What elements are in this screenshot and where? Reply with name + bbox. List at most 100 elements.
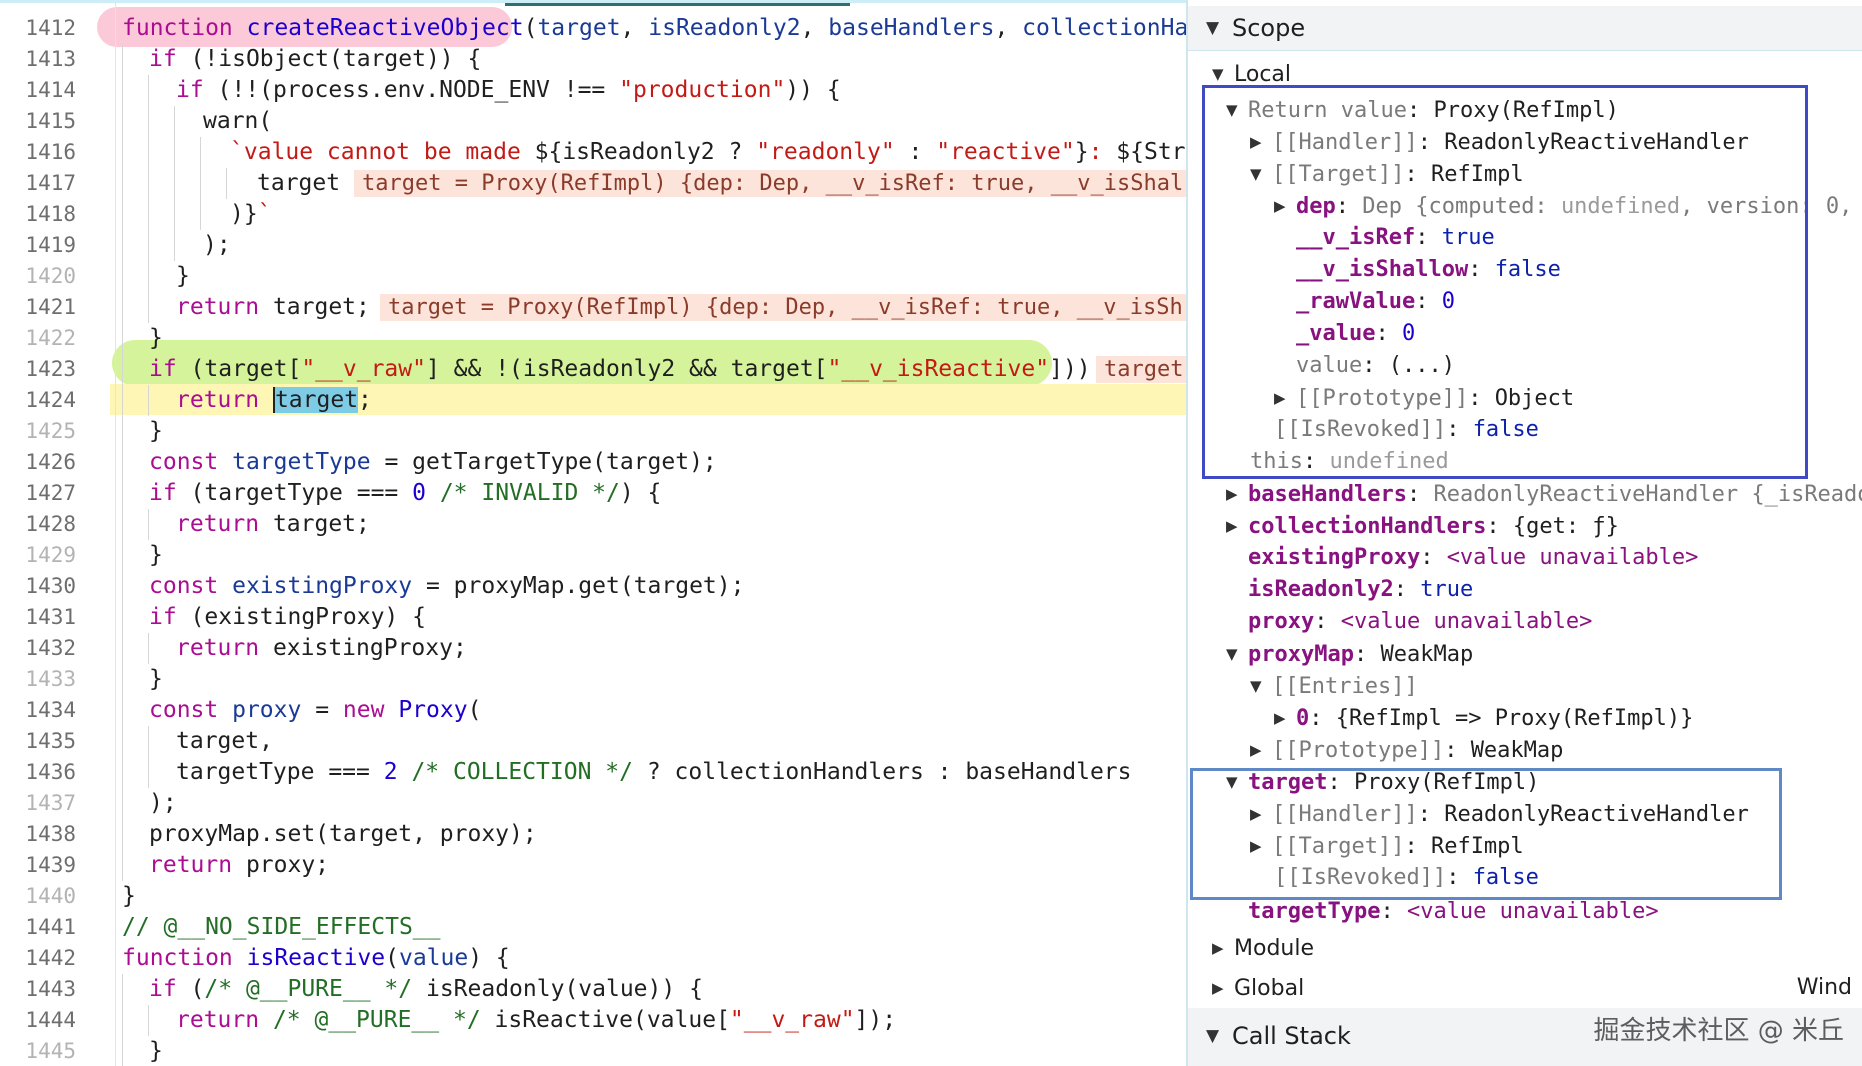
code-line[interactable]: 1423 if (target["__v_raw"] && !(isReadonl… [0, 354, 1186, 385]
line-number[interactable]: 1418 [0, 199, 76, 230]
code-line[interactable]: 1437); [0, 788, 1186, 819]
line-number[interactable]: 1445 [0, 1036, 76, 1066]
line-number[interactable]: 1419 [0, 230, 76, 261]
code-line[interactable]: 1435 target, [0, 726, 1186, 757]
code-line[interactable]: 1432 return existingProxy; [0, 633, 1186, 664]
line-number[interactable]: 1443 [0, 974, 76, 1005]
line-number[interactable]: 1430 [0, 571, 76, 602]
code-line[interactable]: 1420} [0, 261, 1186, 292]
line-number[interactable]: 1438 [0, 819, 76, 850]
prototype-weakmap-row[interactable]: ▶ [[Prototype]]: WeakMap [1250, 734, 1563, 766]
code-line[interactable]: 1427 if (targetType === 0 /* INVALID */) … [0, 478, 1186, 509]
scope-local-label: Local [1234, 62, 1292, 87]
indent-guide [122, 385, 123, 416]
code-line[interactable]: 1414 if (!!(process.env.NODE_ENV !== "pro… [0, 75, 1186, 106]
code-line[interactable]: 1442 function isReactive(value) { [0, 943, 1186, 974]
code-line[interactable]: 1428 return target; [0, 509, 1186, 540]
line-number[interactable]: 1423 [0, 354, 76, 385]
proxymap-row[interactable]: ▼ proxyMap: WeakMap [1226, 638, 1473, 670]
code-line[interactable]: 1431 if (existingProxy) { [0, 602, 1186, 633]
collectionhandlers-row[interactable]: ▶ collectionHandlers: {get: ƒ} [1226, 510, 1619, 542]
code-line[interactable]: 1439 return proxy; [0, 850, 1186, 881]
prop-key: targetType [1248, 899, 1381, 924]
line-number[interactable]: 1431 [0, 602, 76, 633]
code-line[interactable]: 1416 `value cannot be made ${isReadonly2 … [0, 137, 1186, 168]
indent-guide [122, 230, 123, 261]
prop-value: WeakMap [1470, 738, 1564, 763]
line-number[interactable]: 1435 [0, 726, 76, 757]
line-number[interactable]: 1426 [0, 447, 76, 478]
line-number[interactable]: 1439 [0, 850, 76, 881]
code-line[interactable]: 1444 return /* @__PURE__ */ isReactive(va… [0, 1005, 1186, 1036]
line-number[interactable]: 1416 [0, 137, 76, 168]
line-number[interactable]: 1444 [0, 1005, 76, 1036]
code-line[interactable]: 1412 function createReactiveObject(target… [0, 13, 1186, 44]
indent-guide [122, 106, 123, 137]
line-number[interactable]: 1412 [0, 13, 76, 44]
line-number[interactable]: 1441 [0, 912, 76, 943]
code-line[interactable]: 1417 target target = Proxy(RefImpl) {dep: … [0, 168, 1186, 199]
expand-right-icon: ▶ [1274, 709, 1286, 727]
line-number[interactable]: 1424 [0, 385, 76, 416]
line-number[interactable]: 1432 [0, 633, 76, 664]
prop-key: collectionHandlers [1248, 514, 1487, 539]
expand-right-icon: ▶ [1212, 939, 1224, 957]
inline-value-badge[interactable]: target = Proxy(RefImpl) {dep: Dep, __v_i… [380, 294, 1186, 321]
code-line[interactable]: 1429} [0, 540, 1186, 571]
code-line[interactable]: 1418)}` [0, 199, 1186, 230]
code-line[interactable]: 1419); [0, 230, 1186, 261]
line-number[interactable]: 1434 [0, 695, 76, 726]
indent-guide [122, 726, 123, 757]
line-number[interactable]: 1413 [0, 44, 76, 75]
annotation-box-target [1190, 768, 1782, 900]
line-number[interactable]: 1422 [0, 323, 76, 354]
basehandlers-row[interactable]: ▶ baseHandlers: ReadonlyReactiveHandler {… [1226, 478, 1862, 510]
code-line[interactable]: 1415 warn( [0, 106, 1186, 137]
inline-value-badge[interactable]: target [1096, 356, 1186, 383]
code-text: return proxy; [149, 852, 330, 878]
code-line[interactable]: 1424 return target; [0, 385, 1186, 416]
line-number[interactable]: 1417 [0, 168, 76, 199]
line-number[interactable]: 1415 [0, 106, 76, 137]
entry-0-row[interactable]: ▶ 0: {RefImpl => Proxy(RefImpl)} [1274, 702, 1693, 734]
code-text: return target; [176, 387, 372, 413]
source-editor[interactable]: 1412 function createReactiveObject(target… [0, 0, 1186, 1066]
code-line[interactable]: 1436 targetType === 2 /* COLLECTION */ ? … [0, 757, 1186, 788]
scope-section-header[interactable]: ▼ Scope [1188, 6, 1862, 51]
code-line[interactable]: 1445} [0, 1036, 1186, 1066]
line-number[interactable]: 1420 [0, 261, 76, 292]
line-number[interactable]: 1427 [0, 478, 76, 509]
code-line[interactable]: 1422} [0, 323, 1186, 354]
line-number[interactable]: 1433 [0, 664, 76, 695]
line-number[interactable]: 1428 [0, 509, 76, 540]
prop-value: <value unavailable> [1406, 899, 1659, 924]
scope-module[interactable]: ▶ Module [1212, 932, 1314, 964]
code-line[interactable]: 1426 const targetType = getTargetType(tar… [0, 447, 1186, 478]
panel-divider[interactable] [1186, 0, 1188, 1066]
code-line[interactable]: 1443 if (/* @__PURE__ */ isReadonly(value… [0, 974, 1186, 1005]
line-number[interactable]: 1425 [0, 416, 76, 447]
code-line[interactable]: 1440} [0, 881, 1186, 912]
code-line[interactable]: 1433} [0, 664, 1186, 695]
line-number[interactable]: 1437 [0, 788, 76, 819]
inline-value-badge[interactable]: target = Proxy(RefImpl) {dep: Dep, __v_i… [354, 170, 1186, 197]
line-number[interactable]: 1429 [0, 540, 76, 571]
code-line[interactable]: 1434 const proxy = new Proxy( [0, 695, 1186, 726]
line-number[interactable]: 1421 [0, 292, 76, 323]
code-line[interactable]: 1441 // @__NO_SIDE_EFFECTS__ [0, 912, 1186, 943]
line-number[interactable]: 1442 [0, 943, 76, 974]
entries-row[interactable]: ▼ [[Entries]] [1250, 670, 1418, 702]
code-line[interactable]: 1413 if (!isObject(target)) { [0, 44, 1186, 75]
code-line[interactable]: 1425} [0, 416, 1186, 447]
line-number[interactable]: 1440 [0, 881, 76, 912]
scope-global[interactable]: ▶ Global Wind [1212, 972, 1852, 1004]
line-number[interactable]: 1414 [0, 75, 76, 106]
indent-guide [122, 199, 123, 230]
prop-value: WeakMap [1380, 642, 1474, 667]
watermark: 掘金技术社区 @ 米丘 [1593, 1016, 1844, 1046]
prop-value: <value unavailable> [1446, 545, 1699, 570]
code-line[interactable]: 1430 const existingProxy = proxyMap.get(t… [0, 571, 1186, 602]
line-number[interactable]: 1436 [0, 757, 76, 788]
code-line[interactable]: 1438 proxyMap.set(target, proxy); [0, 819, 1186, 850]
code-line[interactable]: 1421 return target; target = Proxy(RefImpl… [0, 292, 1186, 323]
